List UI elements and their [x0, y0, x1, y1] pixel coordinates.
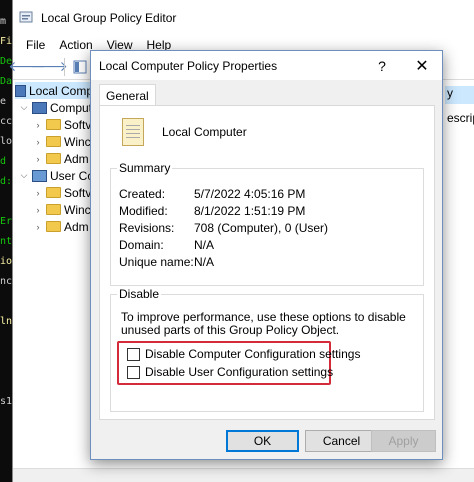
description-text: escript [447, 111, 474, 125]
revisions-value: 708 (Computer), 0 (User) [194, 221, 329, 235]
disable-user-config-option[interactable]: Disable User Configuration settings [127, 365, 333, 379]
folder-icon [46, 221, 61, 232]
terminal-text: s1 [0, 396, 12, 407]
folder-icon [46, 119, 61, 130]
policy-object-name: Local Computer [162, 125, 247, 139]
tree-item-label: User Co [50, 168, 95, 183]
modified-value: 8/1/2022 1:51:19 PM [194, 204, 306, 218]
terminal-text: ccl [0, 116, 12, 127]
gpe-title-bar: Local Group Policy Editor [13, 0, 474, 36]
dialog-title: Local Computer Policy Properties [99, 58, 278, 73]
expand-icon[interactable]: › [33, 188, 43, 198]
tree-item-label: Softv [64, 117, 92, 132]
terminal-text: nt [0, 236, 12, 247]
disable-computer-config-option[interactable]: Disable Computer Configuration settings [127, 347, 360, 361]
general-tab-panel: Local Computer Summary Created: 5/7/2022… [99, 105, 435, 420]
expand-icon[interactable]: › [33, 137, 43, 147]
list-column-header[interactable]: y [447, 86, 453, 100]
computer-icon [32, 101, 47, 114]
apply-button[interactable]: Apply [371, 430, 436, 452]
ok-button[interactable]: OK [226, 430, 299, 452]
tree-item-user-software-settings[interactable]: › Softv [33, 184, 92, 201]
tree-item-administrative-templates[interactable]: › Adm [33, 150, 89, 167]
tree-item-user-administrative-templates[interactable]: › Adm [33, 218, 89, 235]
tree-item-label: Adm [64, 151, 89, 166]
tree-item-label: Local Comp [28, 83, 93, 98]
dialog-tabs: General [99, 84, 156, 106]
terminal-text: m [0, 16, 7, 27]
tree-item-computer-configuration[interactable]: ⌵ Comput [19, 99, 92, 116]
collapse-icon[interactable]: ⌵ [19, 102, 29, 113]
menu-file[interactable]: File [19, 38, 52, 52]
dialog-title-bar: Local Computer Policy Properties ? ✕ [91, 51, 442, 80]
user-icon [32, 169, 47, 182]
tree-item-label: Winc [64, 134, 91, 149]
terminal-text: d: [0, 176, 12, 187]
toolbar-divider [64, 57, 65, 76]
tree-item-label: Adm [64, 219, 89, 234]
disable-description: To improve performance, use these option… [121, 310, 406, 337]
help-button[interactable]: ? [362, 58, 402, 74]
folder-icon [46, 204, 61, 215]
cancel-button[interactable]: Cancel [305, 430, 378, 452]
tree-item-local-computer-policy[interactable]: Local Comp [15, 82, 93, 99]
summary-group: Summary Created: 5/7/2022 4:05:16 PM Mod… [110, 161, 424, 286]
expand-icon[interactable]: › [33, 154, 43, 164]
collapse-icon[interactable]: ⌵ [19, 170, 29, 181]
terminal-text: io [0, 256, 12, 267]
folder-icon [46, 136, 61, 147]
revisions-label: Revisions: [119, 221, 175, 235]
terminal-text: nc [0, 276, 12, 287]
horizontal-scrollbar[interactable] [13, 468, 474, 482]
created-value: 5/7/2022 4:05:16 PM [194, 187, 306, 201]
terminal-text: e B [0, 96, 12, 107]
folder-icon [46, 153, 61, 164]
unique-name-label: Unique name: [119, 255, 194, 269]
tree-item-user-windows-settings[interactable]: › Winc [33, 201, 91, 218]
terminal-text: ln [0, 316, 12, 327]
disable-group-label: Disable [117, 287, 162, 301]
tree-item-label: Softv [64, 185, 92, 200]
gpe-app-icon [19, 10, 33, 27]
disable-user-config-label: Disable User Configuration settings [145, 365, 334, 379]
policy-document-icon [122, 118, 144, 146]
disable-group: Disable To improve performance, use thes… [110, 287, 424, 412]
tree-item-label: Winc [64, 202, 91, 217]
domain-value: N/A [194, 238, 215, 252]
disable-computer-config-label: Disable Computer Configuration settings [145, 347, 361, 361]
disable-user-config-checkbox[interactable] [127, 365, 140, 379]
computer-policy-icon [15, 84, 26, 97]
terminal-text: lo [0, 136, 12, 147]
created-label: Created: [119, 187, 166, 201]
tree-item-label: Comput [50, 100, 93, 115]
show-hide-tree-icon[interactable] [70, 57, 90, 77]
gpe-title: Local Group Policy Editor [41, 11, 177, 25]
unique-name-value: N/A [194, 255, 215, 269]
tree-item-windows-settings[interactable]: › Winc [33, 133, 91, 150]
tab-general[interactable]: General [99, 84, 156, 106]
modified-label: Modified: [119, 204, 168, 218]
terminal-text: Da [0, 76, 12, 87]
terminal-text: d [0, 156, 7, 167]
forward-arrow-icon[interactable]: 🡒 [30, 57, 68, 77]
disable-computer-config-checkbox[interactable] [127, 347, 140, 361]
terminal-text: Er [0, 216, 12, 227]
folder-icon [46, 187, 61, 198]
domain-label: Domain: [119, 238, 164, 252]
terminal-text: Fil [0, 36, 12, 47]
summary-group-label: Summary [117, 161, 173, 175]
close-button[interactable]: ✕ [402, 56, 442, 76]
tree-item-software-settings[interactable]: › Softv [33, 116, 92, 133]
properties-dialog: Local Computer Policy Properties ? ✕ Gen… [90, 50, 443, 460]
tree-item-user-configuration[interactable]: ⌵ User Co [19, 167, 94, 184]
expand-icon[interactable]: › [33, 222, 43, 232]
expand-icon[interactable]: › [33, 205, 43, 215]
policy-tree: Local Comp ⌵ Comput › Softv › Winc › Adm… [13, 82, 94, 482]
expand-icon[interactable]: › [33, 120, 43, 130]
